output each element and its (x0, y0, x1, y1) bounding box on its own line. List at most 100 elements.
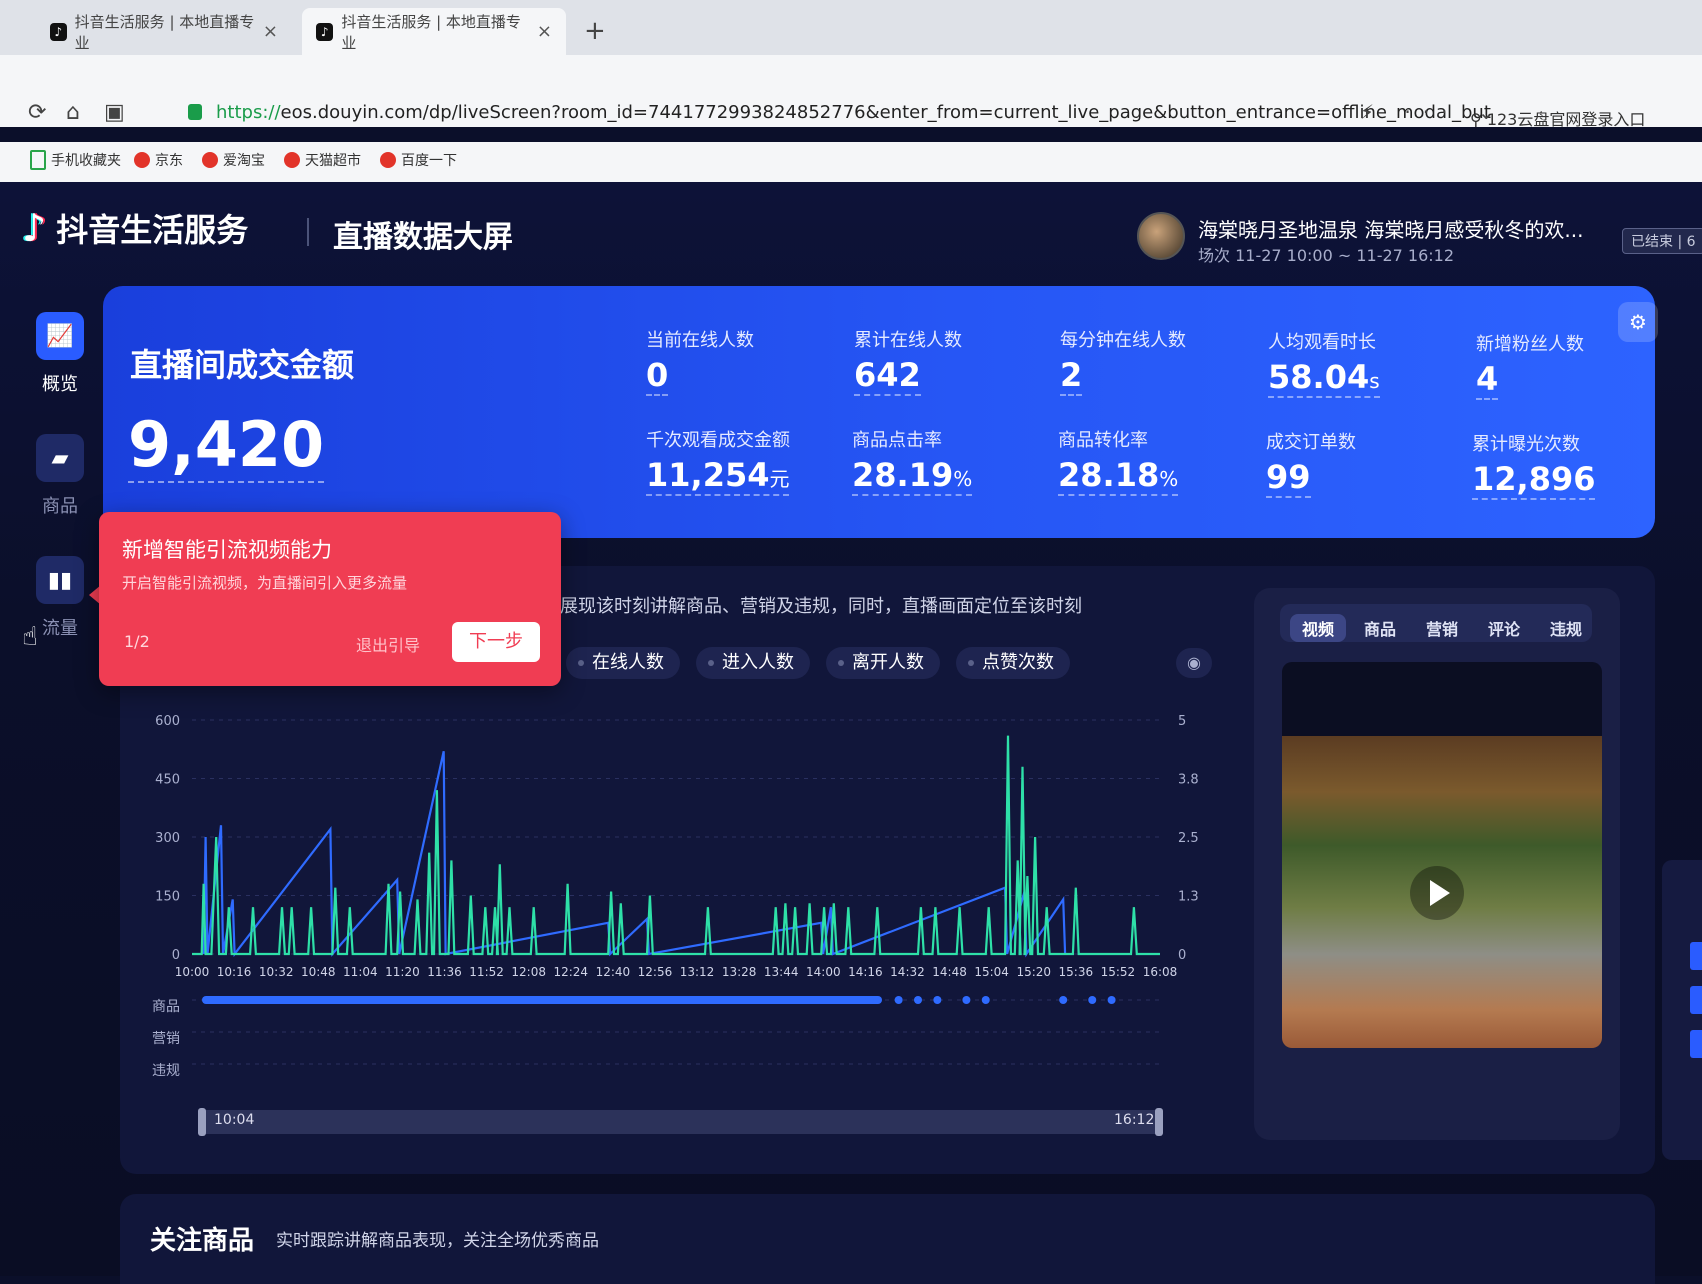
sidebar-item-overview[interactable]: 📈 概览 (22, 312, 98, 396)
tab-video[interactable]: 视频 (1290, 614, 1347, 642)
tab-marketing[interactable]: 营销 (1414, 614, 1470, 642)
metric-value[interactable]: 11,254元 (646, 456, 790, 496)
sidebar-item-label: 商品 (42, 496, 78, 517)
guide-next-button[interactable]: 下一步 (452, 622, 540, 662)
bookmark-item[interactable]: 爱淘宝 (202, 150, 265, 170)
x-tick: 15:36 (1059, 965, 1094, 979)
header-divider (307, 218, 309, 246)
x-tick: 10:00 (175, 965, 210, 979)
metric-number: 58.04 (1268, 358, 1370, 396)
metric-number: 11,254 (646, 456, 770, 494)
goods-explain-dot (1107, 996, 1116, 1004)
metric-value[interactable]: 12,896 (1472, 460, 1596, 500)
bookmark-item[interactable]: 百度一下 (380, 150, 457, 170)
browser-tab-active[interactable]: ♪ 抖音生活服务 | 本地直播专业 × (302, 8, 566, 55)
chip-enter[interactable]: 进入人数 (696, 647, 810, 679)
bookmark-item[interactable]: 手机收藏夹 (30, 150, 121, 170)
metric-number: 12,896 (1472, 460, 1596, 498)
url-field[interactable]: https://eos.douyin.com/dp/liveScreen?roo… (216, 102, 1491, 123)
url-scheme: https:// (216, 102, 281, 123)
slider-start-handle[interactable] (198, 1108, 206, 1136)
right-panel-item[interactable] (1690, 942, 1702, 970)
x-tick: 13:12 (680, 965, 715, 979)
close-icon[interactable]: × (263, 21, 278, 42)
video-player[interactable] (1282, 662, 1602, 1048)
chip-likes[interactable]: 点赞次数 (956, 647, 1070, 679)
home-icon[interactable]: ⌂ (66, 100, 80, 125)
bookmark-label: 百度一下 (401, 153, 457, 169)
room-title: 海棠晓月圣地温泉 海棠晓月感受秋冬的欢... (1198, 218, 1584, 242)
metric-label: 千次观看成交金额 (646, 430, 790, 451)
trend-chart[interactable]: 600 5 450 3.8 300 2.5 150 1.3 0 0 10:00 10:16 10:32 1… (140, 700, 1200, 1100)
taobao-icon (202, 152, 218, 168)
metric-value[interactable]: 642 (854, 356, 921, 396)
douyin-logo-icon: ♪ (22, 206, 47, 250)
y-tick-left: 150 (155, 890, 180, 905)
close-icon[interactable]: × (537, 21, 552, 42)
reload-icon[interactable]: ⟳ (28, 100, 46, 125)
x-tick: 13:28 (722, 965, 757, 979)
metric-unit: % (953, 467, 973, 491)
goods-explain-dot (933, 996, 942, 1004)
browser-tab[interactable]: ♪ 抖音生活服务 | 本地直播专业 × (36, 8, 292, 55)
slider-end-label: 16:12 (1114, 1112, 1155, 1128)
x-tick: 11:04 (343, 965, 378, 979)
tab-comments[interactable]: 评论 (1476, 614, 1532, 642)
lane-label-goods: 商品 (152, 999, 180, 1015)
guide-exit-button[interactable]: 退出引导 (356, 632, 420, 656)
search-icon: ⚲ (1470, 110, 1487, 129)
new-tab-button[interactable]: + (584, 16, 606, 46)
x-tick: 12:24 (553, 965, 588, 979)
metric-value[interactable]: 28.18% (1058, 456, 1179, 496)
eye-icon[interactable]: ◉ (1176, 648, 1212, 678)
series-line-1 (192, 735, 1160, 956)
x-tick: 12:08 (511, 965, 546, 979)
lock-icon (188, 104, 202, 120)
bookmark-item[interactable]: 京东 (134, 150, 183, 170)
metric-value[interactable]: 58.04s (1268, 358, 1380, 398)
time-range-slider[interactable] (198, 1110, 1163, 1134)
metric-value[interactable]: 28.19% (852, 456, 973, 496)
bookmark-item[interactable]: 天猫超市 (284, 150, 361, 170)
bag-icon[interactable]: ▣ (104, 100, 125, 125)
metric-value[interactable]: 4 (1476, 360, 1499, 400)
tab-goods[interactable]: 商品 (1352, 614, 1408, 642)
metric-number: 99 (1266, 458, 1311, 496)
settings-icon[interactable]: ⚙ (1618, 302, 1658, 342)
tab-label: 抖音生活服务 | 本地直播专业 (74, 12, 255, 52)
brand-logo: ♪ 抖音生活服务 (22, 205, 248, 251)
metric-label: 商品点击率 (852, 430, 942, 451)
slider-start-label: 10:04 (214, 1112, 255, 1128)
metric-value[interactable]: 99 (1266, 458, 1311, 498)
slider-end-handle[interactable] (1155, 1108, 1163, 1136)
douyin-tab-icon: ♪ (50, 22, 67, 41)
right-panel-item[interactable] (1690, 986, 1702, 1014)
sidebar-item-goods[interactable]: ▰ 商品 (22, 434, 98, 518)
y-tick-left: 300 (155, 831, 180, 846)
goods-explain-dot (894, 996, 903, 1004)
x-tick: 14:48 (932, 965, 967, 979)
y-tick-right: 0 (1178, 948, 1186, 963)
play-icon[interactable] (1410, 866, 1464, 920)
chip-leave[interactable]: 离开人数 (826, 647, 940, 679)
browser-search-input[interactable]: ⚲ 123云盘官网登录入口 (1470, 106, 1645, 130)
metric-value[interactable]: 2 (1060, 356, 1083, 396)
chart-icon: 📈 (36, 312, 84, 360)
room-time: 场次 11-27 10:00 ~ 11-27 16:12 (1198, 246, 1455, 265)
section-description: 实时跟踪讲解商品表现，关注全场优秀商品 (276, 1231, 599, 1251)
y-tick-left: 450 (155, 773, 180, 788)
bookmark-icon (380, 152, 396, 168)
metric-value[interactable]: 0 (646, 356, 669, 396)
traffic-icon: ▮▮ (36, 556, 84, 604)
chip-online[interactable]: 在线人数 (566, 647, 680, 679)
metric-number: 28.18 (1058, 456, 1160, 494)
x-tick: 10:16 (217, 965, 252, 979)
goods-explain-dot (1088, 996, 1097, 1004)
gmv-value[interactable]: 9,420 (128, 408, 325, 483)
tab-violation[interactable]: 违规 (1538, 614, 1594, 642)
right-panel-item[interactable] (1690, 1030, 1702, 1058)
phone-icon (30, 150, 46, 170)
x-tick: 10:48 (301, 965, 336, 979)
gmv-label: 直播间成交金额 (130, 346, 355, 384)
x-tick: 10:32 (259, 965, 294, 979)
